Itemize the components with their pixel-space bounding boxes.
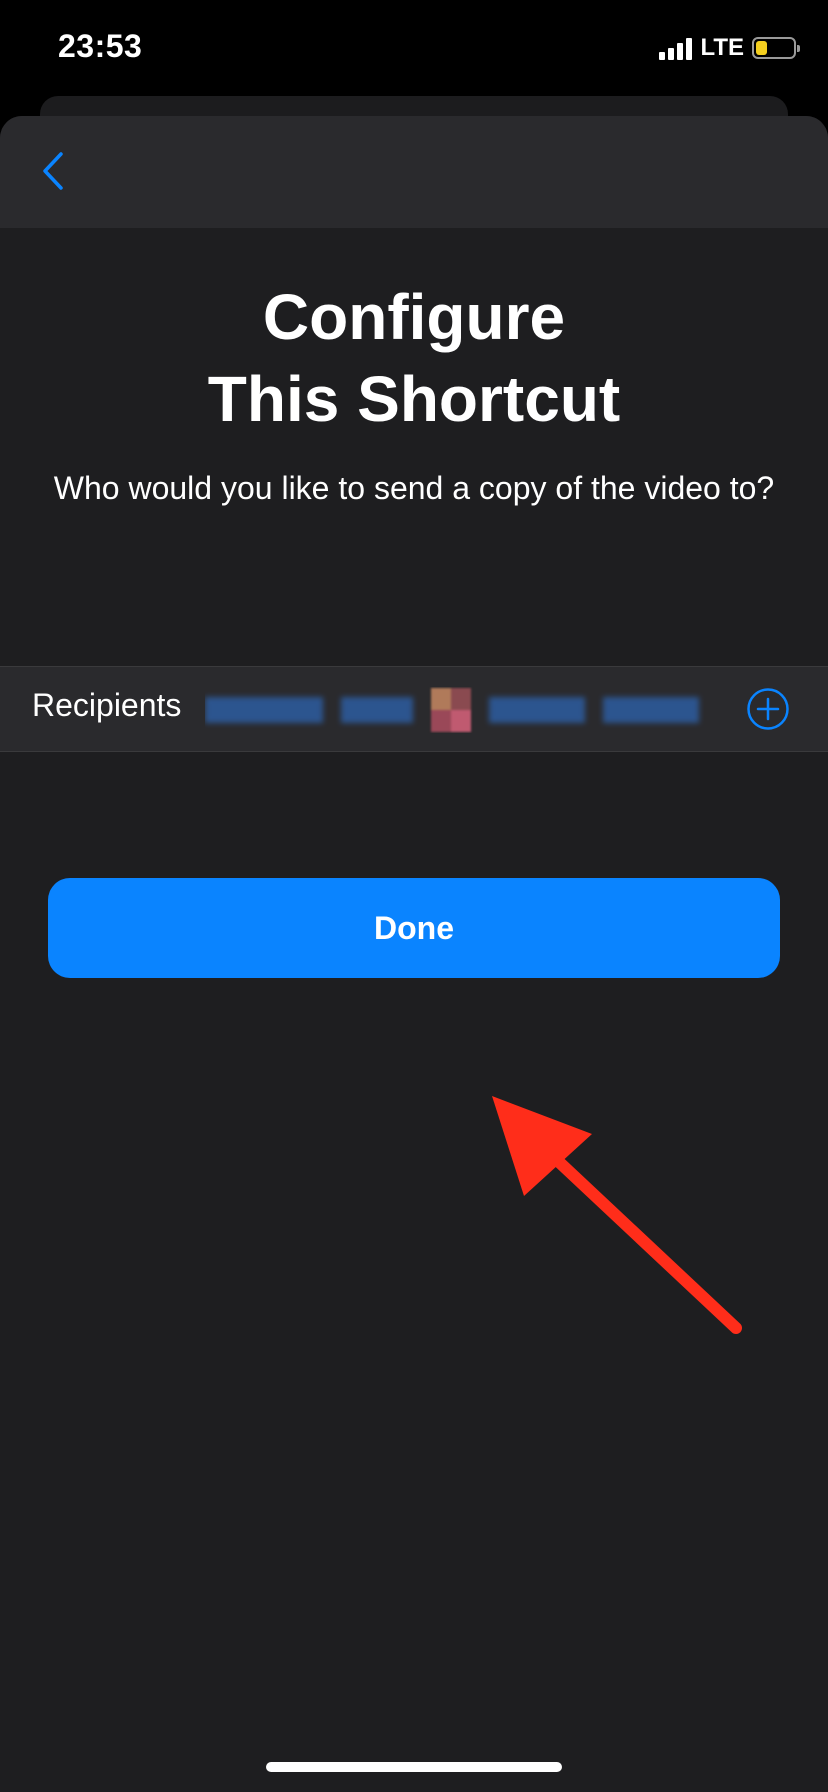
done-button[interactable]: Done [48,878,780,978]
status-indicators: LTE [659,34,800,62]
battery-level [756,41,767,55]
recipients-label: Recipients [32,687,182,723]
page-title: Configure This Shortcut [0,276,828,440]
battery-icon [752,37,800,59]
title-line-1: Configure [262,281,566,353]
red-arrow-icon [492,1096,742,1334]
status-bar: 23:53 LTE [0,0,828,100]
status-time: 23:53 [58,28,143,64]
redacted-text [341,697,413,723]
redacted-text [205,697,323,723]
redacted-text [489,697,585,723]
back-button[interactable] [30,146,76,196]
chevron-left-icon [43,152,63,190]
home-indicator [266,1762,562,1772]
recipients-value-redacted[interactable] [205,687,735,733]
add-recipient-button[interactable] [746,687,790,731]
nav-bar [0,116,828,228]
redacted-avatar [431,688,471,732]
title-line-2: This Shortcut [207,363,621,435]
question-text: Who would you like to send a copy of the… [53,470,775,506]
plus-circle-icon [747,688,789,730]
recipients-row[interactable]: Recipients [0,666,828,752]
signal-bars-icon [659,36,693,60]
redacted-text [603,697,699,723]
network-label: LTE [700,34,744,61]
configure-sheet: Configure This Shortcut Who would you li… [0,116,828,1792]
